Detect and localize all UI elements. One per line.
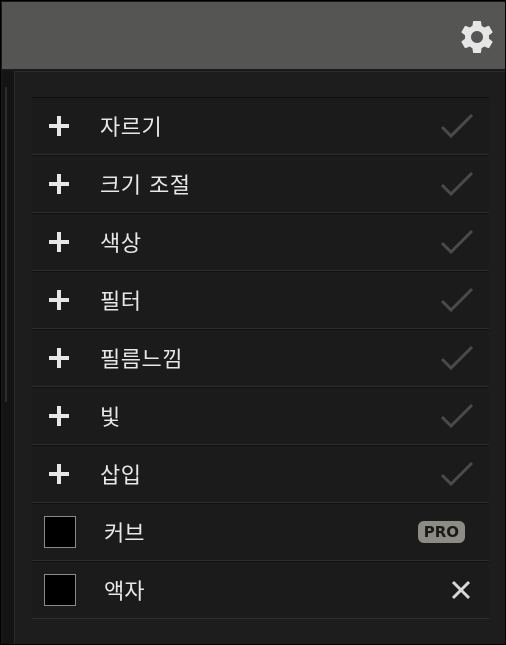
editor-frame: 자르기 크기 조절 색상 필터 필름느낌 빛 삽입 커브 PRO 액자 — [0, 0, 506, 645]
menu-item-label: 크기 조절 — [100, 174, 191, 199]
menu-item-label: 삽입 — [100, 464, 142, 489]
menu-item-label: 필름느낌 — [100, 348, 183, 373]
plus-icon — [48, 347, 70, 369]
plus-icon — [48, 231, 70, 253]
check-icon — [440, 229, 474, 255]
check-icon — [440, 287, 474, 313]
menu-item-color[interactable]: 색상 — [32, 213, 489, 271]
menu-item-label: 색상 — [100, 232, 142, 257]
plus-icon — [48, 405, 70, 427]
check-icon — [440, 113, 474, 139]
menu-item-filter[interactable]: 필터 — [32, 271, 489, 329]
menu-item-label: 필터 — [100, 290, 142, 315]
menu-item-label: 빛 — [100, 406, 121, 431]
curve-checkbox[interactable] — [44, 516, 76, 548]
menu-item-label: 액자 — [104, 580, 145, 605]
menu-item-frame[interactable]: 액자 — [32, 561, 489, 619]
check-icon — [440, 403, 474, 429]
plus-icon — [48, 289, 70, 311]
settings-button[interactable] — [456, 16, 498, 58]
check-icon — [440, 171, 474, 197]
menu-item-curve[interactable]: 커브 PRO — [32, 503, 489, 561]
gear-icon — [461, 20, 493, 53]
adjustment-panel: 자르기 크기 조절 색상 필터 필름느낌 빛 삽입 커브 PRO 액자 — [15, 71, 505, 644]
plus-icon — [48, 463, 70, 485]
plus-icon — [48, 115, 70, 137]
menu-item-label: 커브 — [104, 522, 145, 547]
check-icon — [440, 461, 474, 487]
menu-item-light[interactable]: 빛 — [32, 387, 489, 445]
pro-badge: PRO — [417, 521, 465, 543]
left-side-strip — [2, 71, 15, 644]
menu-item-resize[interactable]: 크기 조절 — [32, 155, 489, 213]
close-icon[interactable] — [451, 580, 471, 600]
adjustment-list: 자르기 크기 조절 색상 필터 필름느낌 빛 삽입 커브 PRO 액자 — [32, 97, 489, 619]
check-icon — [440, 345, 474, 371]
menu-item-label: 자르기 — [100, 116, 163, 141]
strip-divider — [5, 87, 7, 402]
top-toolbar — [2, 2, 505, 69]
menu-item-insert[interactable]: 삽입 — [32, 445, 489, 503]
menu-item-film-look[interactable]: 필름느낌 — [32, 329, 489, 387]
plus-icon — [48, 173, 70, 195]
menu-item-crop[interactable]: 자르기 — [32, 97, 489, 155]
frame-checkbox[interactable] — [44, 574, 76, 606]
